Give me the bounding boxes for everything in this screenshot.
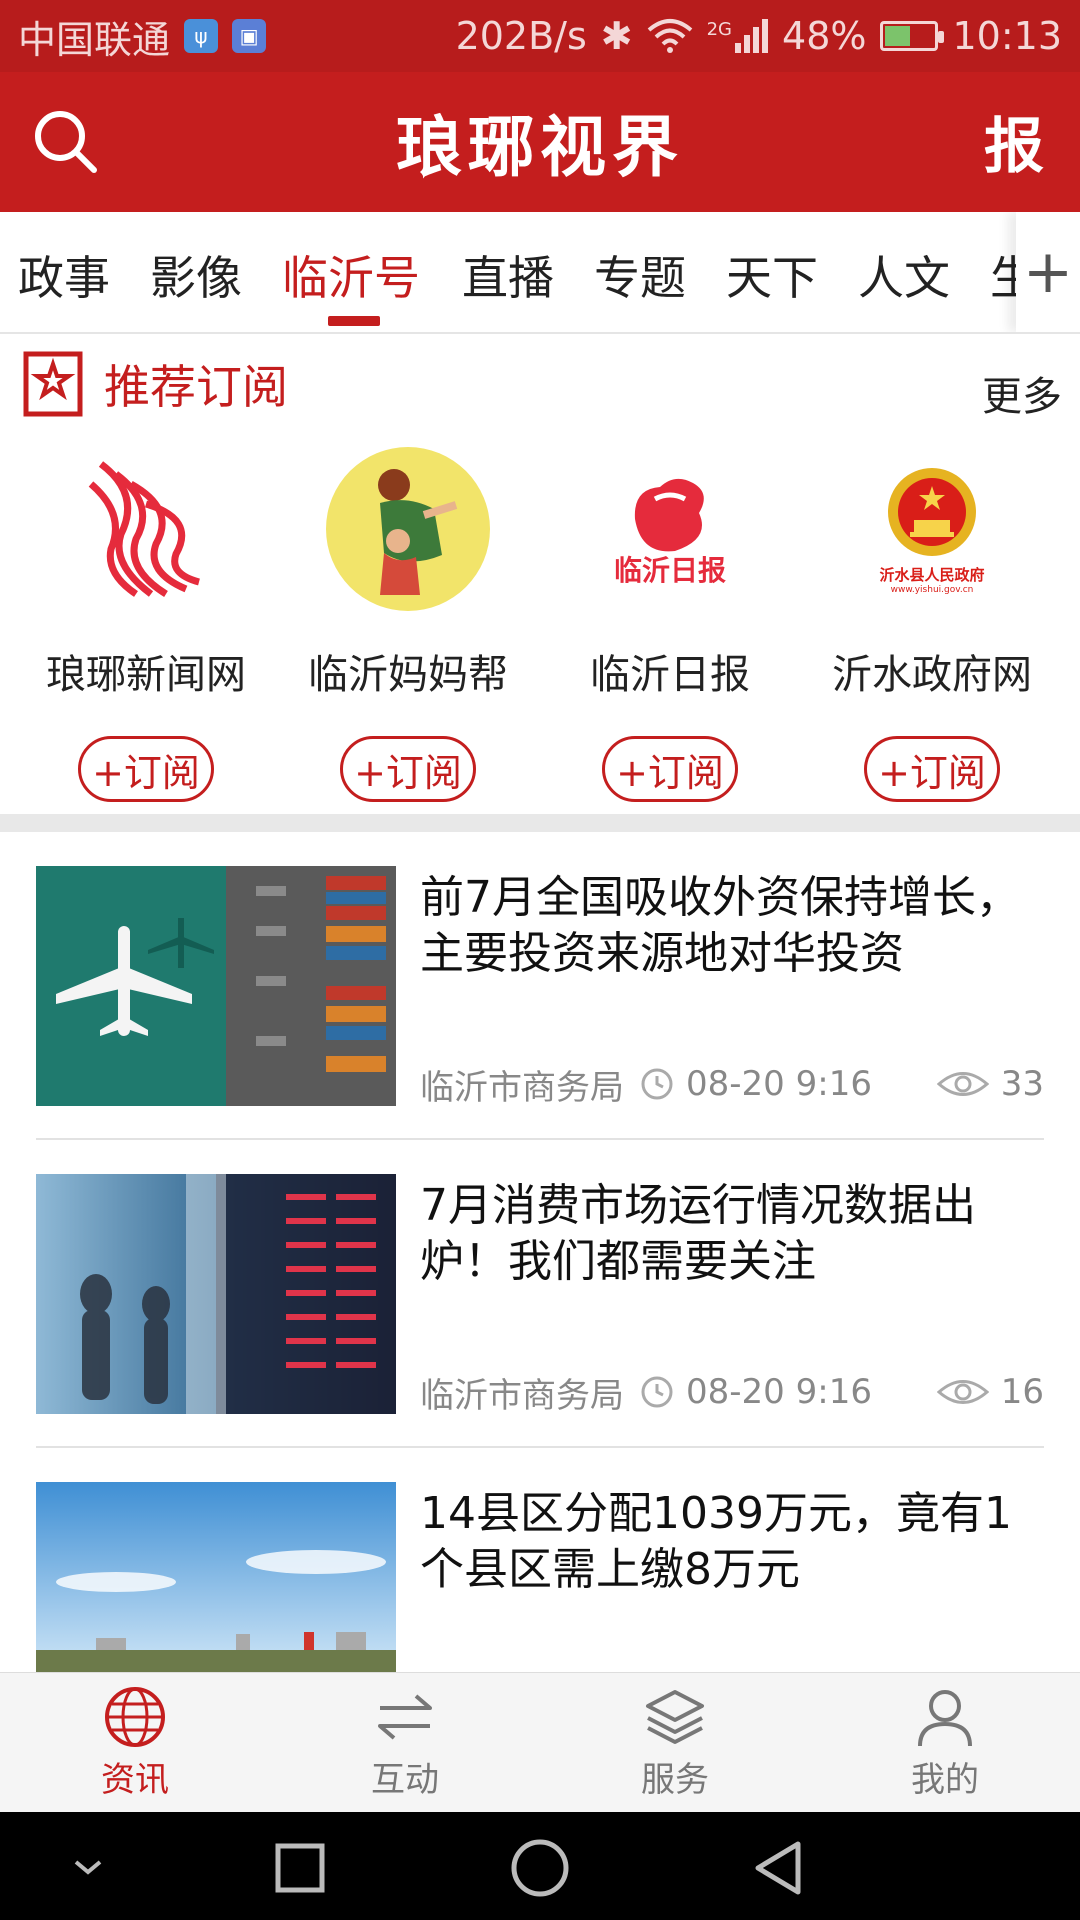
report-button[interactable]: 报 [974, 96, 1054, 186]
subscription-name: 沂水政府网 [832, 652, 1032, 698]
subscription-card[interactable]: 临沂日报 临沂日报 +订阅 [540, 444, 800, 802]
subscription-name: 临沂日报 [590, 652, 750, 698]
national-emblem-logo: 沂水县人民政府 www.yishui.gov.cn [847, 444, 1017, 614]
clock-icon [641, 1068, 673, 1100]
news-time: 08-20 9:16 [686, 1372, 872, 1412]
subscribe-button[interactable]: +订阅 [602, 736, 738, 802]
battery-percent: 48% [782, 14, 867, 58]
nav-services[interactable]: 服务 [540, 1673, 810, 1812]
eye-icon [936, 1072, 989, 1096]
mother-child-logo [323, 444, 493, 614]
news-time: 08-20 9:16 [686, 1064, 872, 1104]
tab-live[interactable]: 直播 [462, 242, 554, 308]
bottom-navigation: 资讯 互动 服务 我的 [0, 1672, 1080, 1812]
recent-apps-icon[interactable] [270, 1838, 330, 1898]
section-title: 推荐订阅 [104, 360, 288, 414]
nav-label: 资讯 [101, 1760, 169, 1800]
category-tabs: 政事 影像 临沂号 直播 专题 天下 人文 生 + [0, 212, 1080, 334]
network-speed: 202B/s [455, 14, 587, 58]
eye-icon [936, 1380, 989, 1404]
nav-label: 服务 [641, 1760, 709, 1800]
plus-icon: + [1022, 237, 1074, 307]
swap-icon [378, 1694, 432, 1740]
system-navigation-bar [0, 1812, 1080, 1920]
tab-culture[interactable]: 人文 [858, 242, 950, 308]
battery-icon [880, 21, 945, 51]
app-header: 琅琊视界 报 [0, 72, 1080, 212]
nav-label: 互动 [371, 1760, 439, 1800]
tab-world[interactable]: 天下 [726, 242, 818, 308]
news-meta: 临沂市商务局 08-20 9:16 33 [420, 1062, 1044, 1108]
status-bar: 中国联通 ψ ▣ 202B/s ✱ 2G 48% 10:13 [0, 0, 1080, 72]
tab-images[interactable]: 影像 [150, 242, 242, 308]
news-item[interactable]: 7月消费市场运行情况数据出炉！我们都需要关注 临沂市商务局 08-20 9:16… [36, 1174, 1044, 1416]
more-link[interactable]: 更多 [982, 364, 1062, 422]
carrier-label: 中国联通 [18, 17, 171, 62]
globe-icon [105, 1687, 165, 1747]
back-icon[interactable] [750, 1838, 810, 1898]
app-title: 琅琊视界 [396, 108, 684, 186]
news-meta: 临沂市商务局 08-20 9:16 16 [420, 1370, 1044, 1416]
tab-topics[interactable]: 专题 [594, 242, 686, 308]
news-source: 临沂市商务局 [420, 1375, 624, 1416]
subscribe-button[interactable]: +订阅 [78, 736, 214, 802]
bluetooth-icon: ✱ [600, 14, 633, 58]
signal-icon: 2G [706, 19, 769, 53]
chevron-down-icon[interactable] [58, 1838, 118, 1898]
clock-icon [641, 1376, 673, 1408]
newspaper-logo: 临沂日报 [585, 444, 755, 614]
add-tab-button[interactable]: + [1016, 212, 1080, 332]
tab-politics[interactable]: 政事 [18, 242, 110, 308]
news-thumbnail [36, 1174, 396, 1414]
subscribe-button[interactable]: +订阅 [864, 736, 1000, 802]
news-views: 33 [1000, 1064, 1044, 1104]
news-title: 前7月全国吸收外资保持增长，主要投资来源地对华投资 [420, 872, 1020, 979]
news-title: 7月消费市场运行情况数据出炉！我们都需要关注 [420, 1180, 976, 1287]
section-divider [0, 814, 1080, 832]
usb-icon: ψ [184, 19, 219, 53]
bookmark-star-icon [23, 351, 83, 417]
nav-interact[interactable]: 互动 [270, 1673, 540, 1812]
subscribe-button[interactable]: +订阅 [340, 736, 476, 802]
nav-label: 我的 [911, 1760, 979, 1800]
subscription-card[interactable]: 沂水县人民政府 www.yishui.gov.cn 沂水政府网 +订阅 [802, 444, 1062, 802]
active-tab-indicator [328, 316, 380, 326]
logo-url-text: www.yishui.gov.cn [890, 584, 974, 595]
news-thumbnail [36, 866, 396, 1106]
nav-profile[interactable]: 我的 [810, 1673, 1080, 1812]
network-type: 2G [706, 19, 733, 40]
list-divider [36, 1446, 1044, 1448]
gallery-icon: ▣ [232, 19, 267, 53]
logo-text: 沂水县人民政府 [879, 565, 985, 584]
news-item[interactable]: 前7月全国吸收外资保持增长，主要投资来源地对华投资 临沂市商务局 08-20 9… [36, 866, 1044, 1108]
nav-news[interactable]: 资讯 [0, 1673, 270, 1812]
flame-logo [61, 444, 231, 614]
wifi-icon [647, 19, 692, 53]
layers-icon [646, 1690, 704, 1744]
news-item[interactable]: 14县区分配1039万元，竟有1个县区需上缴8万元 [36, 1482, 1044, 1672]
logo-text: 临沂日报 [613, 554, 726, 587]
subscription-card[interactable]: 琅琊新闻网 +订阅 [16, 444, 276, 802]
subscription-name: 琅琊新闻网 [46, 652, 246, 698]
tab-linyi-account[interactable]: 临沂号 [282, 242, 420, 308]
search-icon[interactable] [26, 102, 106, 182]
news-source: 临沂市商务局 [420, 1067, 624, 1108]
news-views: 16 [1000, 1372, 1044, 1412]
news-thumbnail [36, 1482, 396, 1672]
subscription-name: 临沂妈妈帮 [308, 652, 508, 698]
list-divider [36, 1138, 1044, 1140]
news-title: 14县区分配1039万元，竟有1个县区需上缴8万元 [420, 1488, 1012, 1595]
user-icon [918, 1690, 972, 1747]
home-icon[interactable] [510, 1838, 570, 1898]
recommended-subscriptions: 推荐订阅 更多 琅琊新闻网 +订阅 临沂妈妈帮 +订阅 临沂日报 临沂日报 +订… [0, 334, 1080, 814]
clock-time: 10:13 [952, 14, 1062, 58]
subscription-card[interactable]: 临沂妈妈帮 +订阅 [278, 444, 538, 802]
